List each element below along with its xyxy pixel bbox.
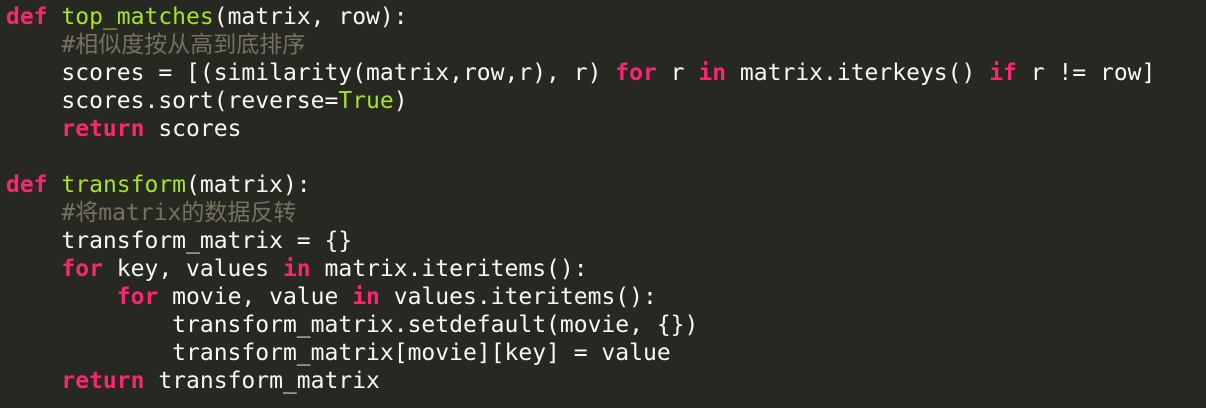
code-line[interactable] [6, 143, 1155, 171]
code-line[interactable]: #将matrix的数据反转 [6, 199, 1155, 227]
code-token: matrix.iteritems(): [310, 256, 588, 282]
code-editor[interactable]: def top_matches(matrix, row): #相似度按从高到底排… [0, 0, 1206, 408]
keyword-token: return [61, 368, 145, 394]
code-token: scores [144, 116, 242, 142]
code-token: movie, value [158, 284, 353, 310]
code-area[interactable]: def top_matches(matrix, row): #相似度按从高到底排… [6, 3, 1155, 395]
code-token: matrix.iterkeys() [726, 60, 990, 86]
function-name-token: transform [61, 172, 187, 198]
code-line[interactable]: scores.sort(reverse=True) [6, 87, 1155, 115]
comment-token: #相似度按从高到底排序 [61, 32, 306, 58]
code-token: transform_matrix.setdefault(movie, {}) [6, 312, 699, 338]
keyword-token: in [352, 284, 380, 310]
code-line[interactable]: for key, values in matrix.iteritems(): [6, 255, 1155, 283]
code-token: r != row] [1016, 60, 1156, 86]
code-line[interactable]: transform_matrix.setdefault(movie, {}) [6, 311, 1155, 339]
keyword-token: def [6, 4, 48, 30]
code-line[interactable]: transform_matrix = {} [6, 227, 1155, 255]
function-name-token: top_matches [61, 4, 214, 30]
code-line[interactable]: return scores [6, 115, 1155, 143]
constant-token: True [338, 88, 394, 114]
code-token: scores.sort(reverse= [6, 88, 339, 114]
code-token: ) [393, 88, 408, 114]
code-token: transform_matrix[movie][key] = value [6, 340, 671, 366]
code-token: transform_matrix [144, 368, 380, 394]
keyword-token: for [116, 284, 159, 310]
keyword-token: for [615, 60, 657, 86]
code-token: r [656, 60, 699, 86]
code-line[interactable]: def top_matches(matrix, row): [6, 3, 1155, 31]
code-token: (matrix, row): [213, 4, 408, 30]
code-line[interactable]: def transform(matrix): [6, 171, 1155, 199]
code-token: scores = [(similarity(matrix,row,r), r) [6, 60, 616, 86]
code-line[interactable]: #相似度按从高到底排序 [6, 31, 1155, 59]
keyword-token: in [698, 60, 727, 86]
code-token: (matrix): [186, 172, 311, 198]
keyword-token: in [282, 256, 311, 282]
code-token: key, values [102, 256, 283, 282]
keyword-token: def [6, 172, 48, 198]
keyword-token: if [989, 60, 1017, 86]
code-token: values.iteritems(): [379, 284, 657, 310]
code-line[interactable]: for movie, value in values.iteritems(): [6, 283, 1155, 311]
code-line[interactable]: transform_matrix[movie][key] = value [6, 339, 1155, 367]
keyword-token: return [61, 116, 145, 142]
code-line[interactable]: scores = [(similarity(matrix,row,r), r) … [6, 59, 1155, 87]
code-line[interactable]: return transform_matrix [6, 367, 1155, 395]
code-token: transform_matrix = {} [6, 228, 353, 254]
keyword-token: for [61, 256, 103, 282]
comment-token: #将matrix的数据反转 [61, 200, 297, 226]
